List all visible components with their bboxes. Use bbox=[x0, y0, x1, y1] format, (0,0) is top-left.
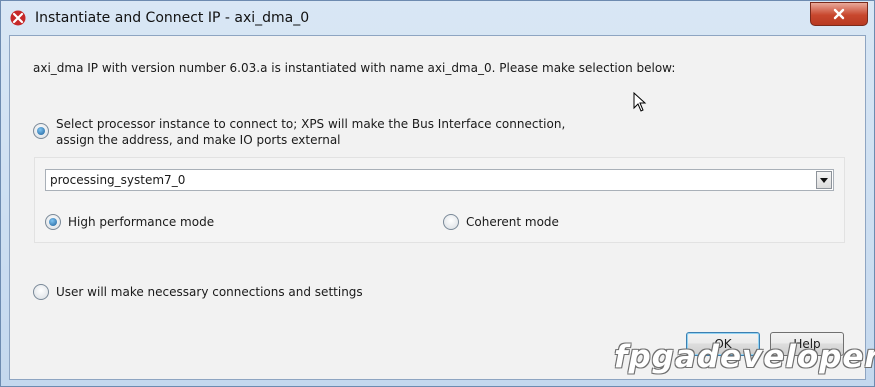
window-title: Instantiate and Connect IP - axi_dma_0 bbox=[35, 10, 310, 26]
processor-options-group: processing_system7_0 High performance mo… bbox=[34, 157, 845, 243]
info-message: axi_dma IP with version number 6.03.a is… bbox=[33, 61, 676, 75]
processor-connect-label-line1: Select processor instance to connect to;… bbox=[56, 117, 566, 131]
radio-coherent[interactable] bbox=[443, 214, 459, 230]
dialog-window: Instantiate and Connect IP - axi_dma_0 a… bbox=[0, 0, 875, 387]
help-button[interactable]: Help bbox=[770, 332, 844, 356]
radio-user-manual[interactable] bbox=[33, 284, 49, 300]
ok-button[interactable]: OK bbox=[686, 332, 760, 356]
processor-connect-label-line2: assign the address, and make IO ports ex… bbox=[56, 133, 341, 147]
coherent-label[interactable]: Coherent mode bbox=[466, 214, 559, 230]
close-button[interactable] bbox=[810, 2, 868, 26]
xilinx-logo-icon bbox=[10, 10, 26, 26]
radio-processor-connect[interactable] bbox=[33, 123, 49, 139]
user-manual-label[interactable]: User will make necessary connections and… bbox=[56, 284, 363, 300]
processor-instance-value: processing_system7_0 bbox=[50, 173, 186, 187]
radio-high-performance[interactable] bbox=[45, 214, 61, 230]
dialog-body: axi_dma IP with version number 6.03.a is… bbox=[9, 35, 866, 380]
title-bar[interactable]: Instantiate and Connect IP - axi_dma_0 bbox=[1, 1, 874, 35]
mouse-cursor-icon bbox=[633, 92, 647, 112]
high-performance-label[interactable]: High performance mode bbox=[68, 214, 214, 230]
processor-connect-label[interactable]: Select processor instance to connect to;… bbox=[56, 116, 565, 148]
processor-instance-select[interactable]: processing_system7_0 bbox=[45, 169, 834, 191]
chevron-down-icon[interactable] bbox=[816, 171, 832, 189]
close-icon bbox=[833, 8, 845, 20]
